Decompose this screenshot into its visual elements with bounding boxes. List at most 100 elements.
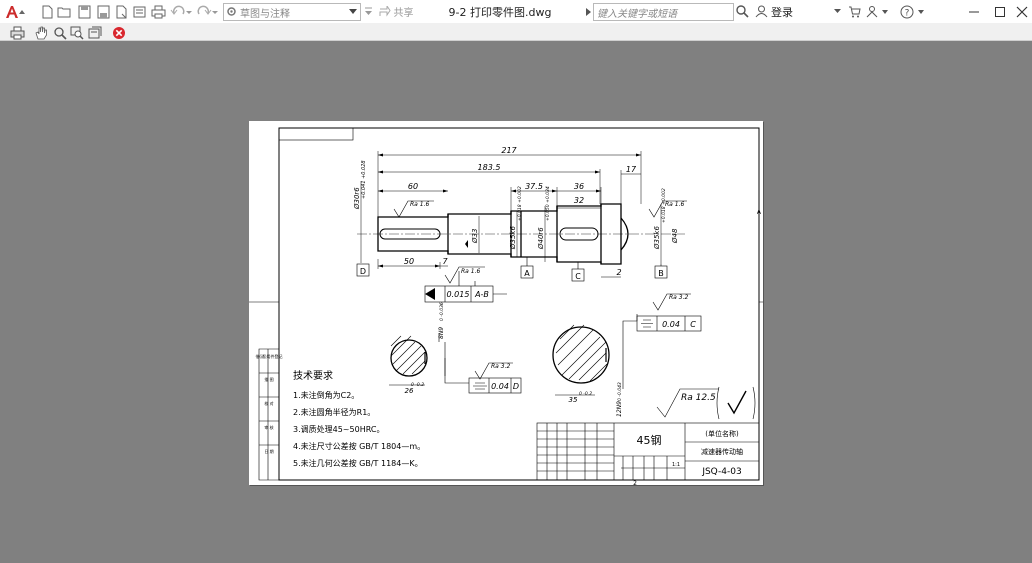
- roughness-label-6: Ra 12.5: [681, 393, 716, 403]
- save-icon[interactable]: [77, 3, 91, 20]
- tech-note-1: 1.未注倒角为C2。: [293, 390, 359, 400]
- datum-c-label: C: [575, 272, 581, 281]
- minimize-icon[interactable]: [966, 3, 982, 20]
- dim-phi40-tol: +0.050 +0.034: [545, 186, 551, 221]
- preview-print-icon[interactable]: [9, 24, 25, 41]
- workspace-dropdown[interactable]: 草图与注释: [223, 3, 361, 21]
- login-dropdown-icon[interactable]: [833, 3, 841, 20]
- help-button[interactable]: ?: [900, 3, 926, 20]
- symmetry-2-datum: C: [690, 320, 696, 329]
- share-label: 共享: [393, 8, 414, 19]
- dim-key2-tol: 0 -0.2: [579, 391, 592, 397]
- runout-datum: A-B: [474, 290, 489, 299]
- workspace-label: 草图与注释: [240, 9, 290, 20]
- dim-key1-tol: 0 -0.2: [411, 382, 424, 388]
- title-bar: 草图与注释 共享 9-2 打印零件图.dwg 键入关键字或短语 登录 ?: [0, 0, 1032, 24]
- app-menu-button[interactable]: [4, 3, 28, 20]
- dim-50: 50: [404, 257, 414, 266]
- new-icon[interactable]: [40, 3, 54, 20]
- dim-key1-width: 8N9: [438, 327, 445, 339]
- search-expand-icon[interactable]: [585, 3, 591, 20]
- side-label-4: 审 核: [264, 424, 273, 430]
- cart-icon[interactable]: [847, 3, 861, 20]
- undo-icon[interactable]: [170, 3, 192, 20]
- runout-value: 0.015: [447, 290, 470, 299]
- roughness-label-3: Ra 1.6: [665, 201, 684, 208]
- user-icon[interactable]: [754, 3, 768, 20]
- dim-key1-width-tol: 0 -0.036: [439, 302, 445, 321]
- zoom-icon[interactable]: [52, 24, 67, 41]
- side-column: [258, 348, 280, 481]
- drawing-number-label: JSQ-4-03: [701, 467, 741, 477]
- dim-37-5: 37.5: [525, 182, 543, 191]
- a360-icon[interactable]: [866, 3, 890, 20]
- company-label: (单位名称): [705, 429, 739, 438]
- symmetry-2-value: 0.04: [662, 320, 680, 329]
- dim-key2-depth: 35: [569, 396, 578, 404]
- dim-2: 2: [616, 268, 621, 277]
- scale-label: 1:1: [672, 462, 680, 468]
- dim-36: 36: [574, 182, 584, 191]
- sheet-right-mark: A: [757, 209, 762, 216]
- search-icon: [735, 5, 749, 18]
- datum-d-label: D: [360, 267, 366, 276]
- top-left-box: [278, 127, 354, 141]
- maximize-icon[interactable]: [992, 3, 1008, 20]
- open-sheet-icon[interactable]: [114, 3, 128, 20]
- tech-note-3: 3.调质处理45~50HRC。: [293, 424, 384, 434]
- dim-phi30: Ø30r6: [353, 187, 361, 210]
- symmetry-1-datum: D: [513, 382, 519, 391]
- dim-217: 217: [501, 146, 517, 155]
- tech-note-4: 4.未注尺寸公差按 GB/T 1804—m。: [293, 441, 425, 451]
- roughness-label-2: Ra 1.6: [461, 268, 480, 275]
- close-icon[interactable]: [1014, 3, 1030, 20]
- dim-183-5: 183.5: [478, 163, 501, 172]
- dim-phi48: Ø48: [671, 228, 679, 244]
- dim-phi33: Ø33: [471, 229, 479, 244]
- zoom-original-icon[interactable]: [87, 24, 102, 41]
- svg-text:?: ?: [905, 8, 910, 18]
- tech-note-5: 5.未注几何公差按 GB/T 1184—K。: [293, 458, 423, 468]
- material-label: 45钢: [637, 434, 662, 447]
- publish-icon[interactable]: [132, 3, 146, 20]
- open-icon[interactable]: [57, 3, 72, 20]
- symmetry-1-value: 0.04: [491, 382, 509, 391]
- side-label-5: 日 期: [264, 448, 273, 454]
- save-as-icon[interactable]: [96, 3, 110, 20]
- share-button[interactable]: 共享: [377, 3, 415, 20]
- side-label-1: 借(通)用件登记: [255, 353, 282, 359]
- tech-note-2: 2.未注圆角半径为R1。: [293, 407, 375, 417]
- dim-phi35-b: Ø35k6: [653, 226, 661, 250]
- roughness-label-1: Ra 1.6: [410, 201, 429, 208]
- dim-32: 32: [574, 196, 584, 205]
- dim-phi35-a-tol: +0.018 +0.002: [517, 186, 523, 221]
- shaft-drawing: 217 183.5 60 37.5 36 32 17 50 7 2 Ø30r6 …: [249, 127, 763, 487]
- part-name-label: 减速器传动轴: [701, 447, 743, 456]
- dim-key2-width: 12N9: [616, 401, 623, 417]
- sheet-bottom-mark: 2: [633, 480, 637, 485]
- dim-key1-depth: 26: [405, 387, 414, 395]
- roughness-label-4: Ra 3.2: [491, 363, 510, 370]
- document-title: 9-2 打印零件图.dwg: [448, 6, 552, 19]
- dim-7: 7: [442, 257, 448, 266]
- side-label-2: 描 图: [264, 376, 273, 382]
- preview-toolbar: [0, 23, 1032, 41]
- login-link[interactable]: 登录: [771, 4, 793, 20]
- customize-quick-access-icon[interactable]: [363, 3, 373, 20]
- dim-phi40: Ø40r6: [537, 227, 545, 250]
- search-input[interactable]: 键入关键字或短语: [593, 3, 734, 21]
- search-button[interactable]: [735, 3, 749, 20]
- tech-title: 技术要求: [293, 369, 333, 382]
- dim-key2-width-tol: 0 -0.043: [617, 382, 623, 401]
- dim-phi35-a: Ø35k6: [509, 226, 517, 250]
- zoom-window-icon[interactable]: [69, 24, 84, 41]
- close-preview-icon[interactable]: [111, 24, 126, 41]
- roughness-label-5: Ra 3.2: [669, 294, 688, 301]
- autocad-logo-icon: [6, 5, 25, 18]
- chevron-down-icon: [349, 9, 357, 14]
- search-placeholder: 键入关键字或短语: [597, 9, 677, 20]
- redo-icon[interactable]: [196, 3, 218, 20]
- share-icon: [379, 6, 391, 17]
- pan-icon[interactable]: [33, 24, 49, 41]
- print-icon[interactable]: [150, 3, 166, 20]
